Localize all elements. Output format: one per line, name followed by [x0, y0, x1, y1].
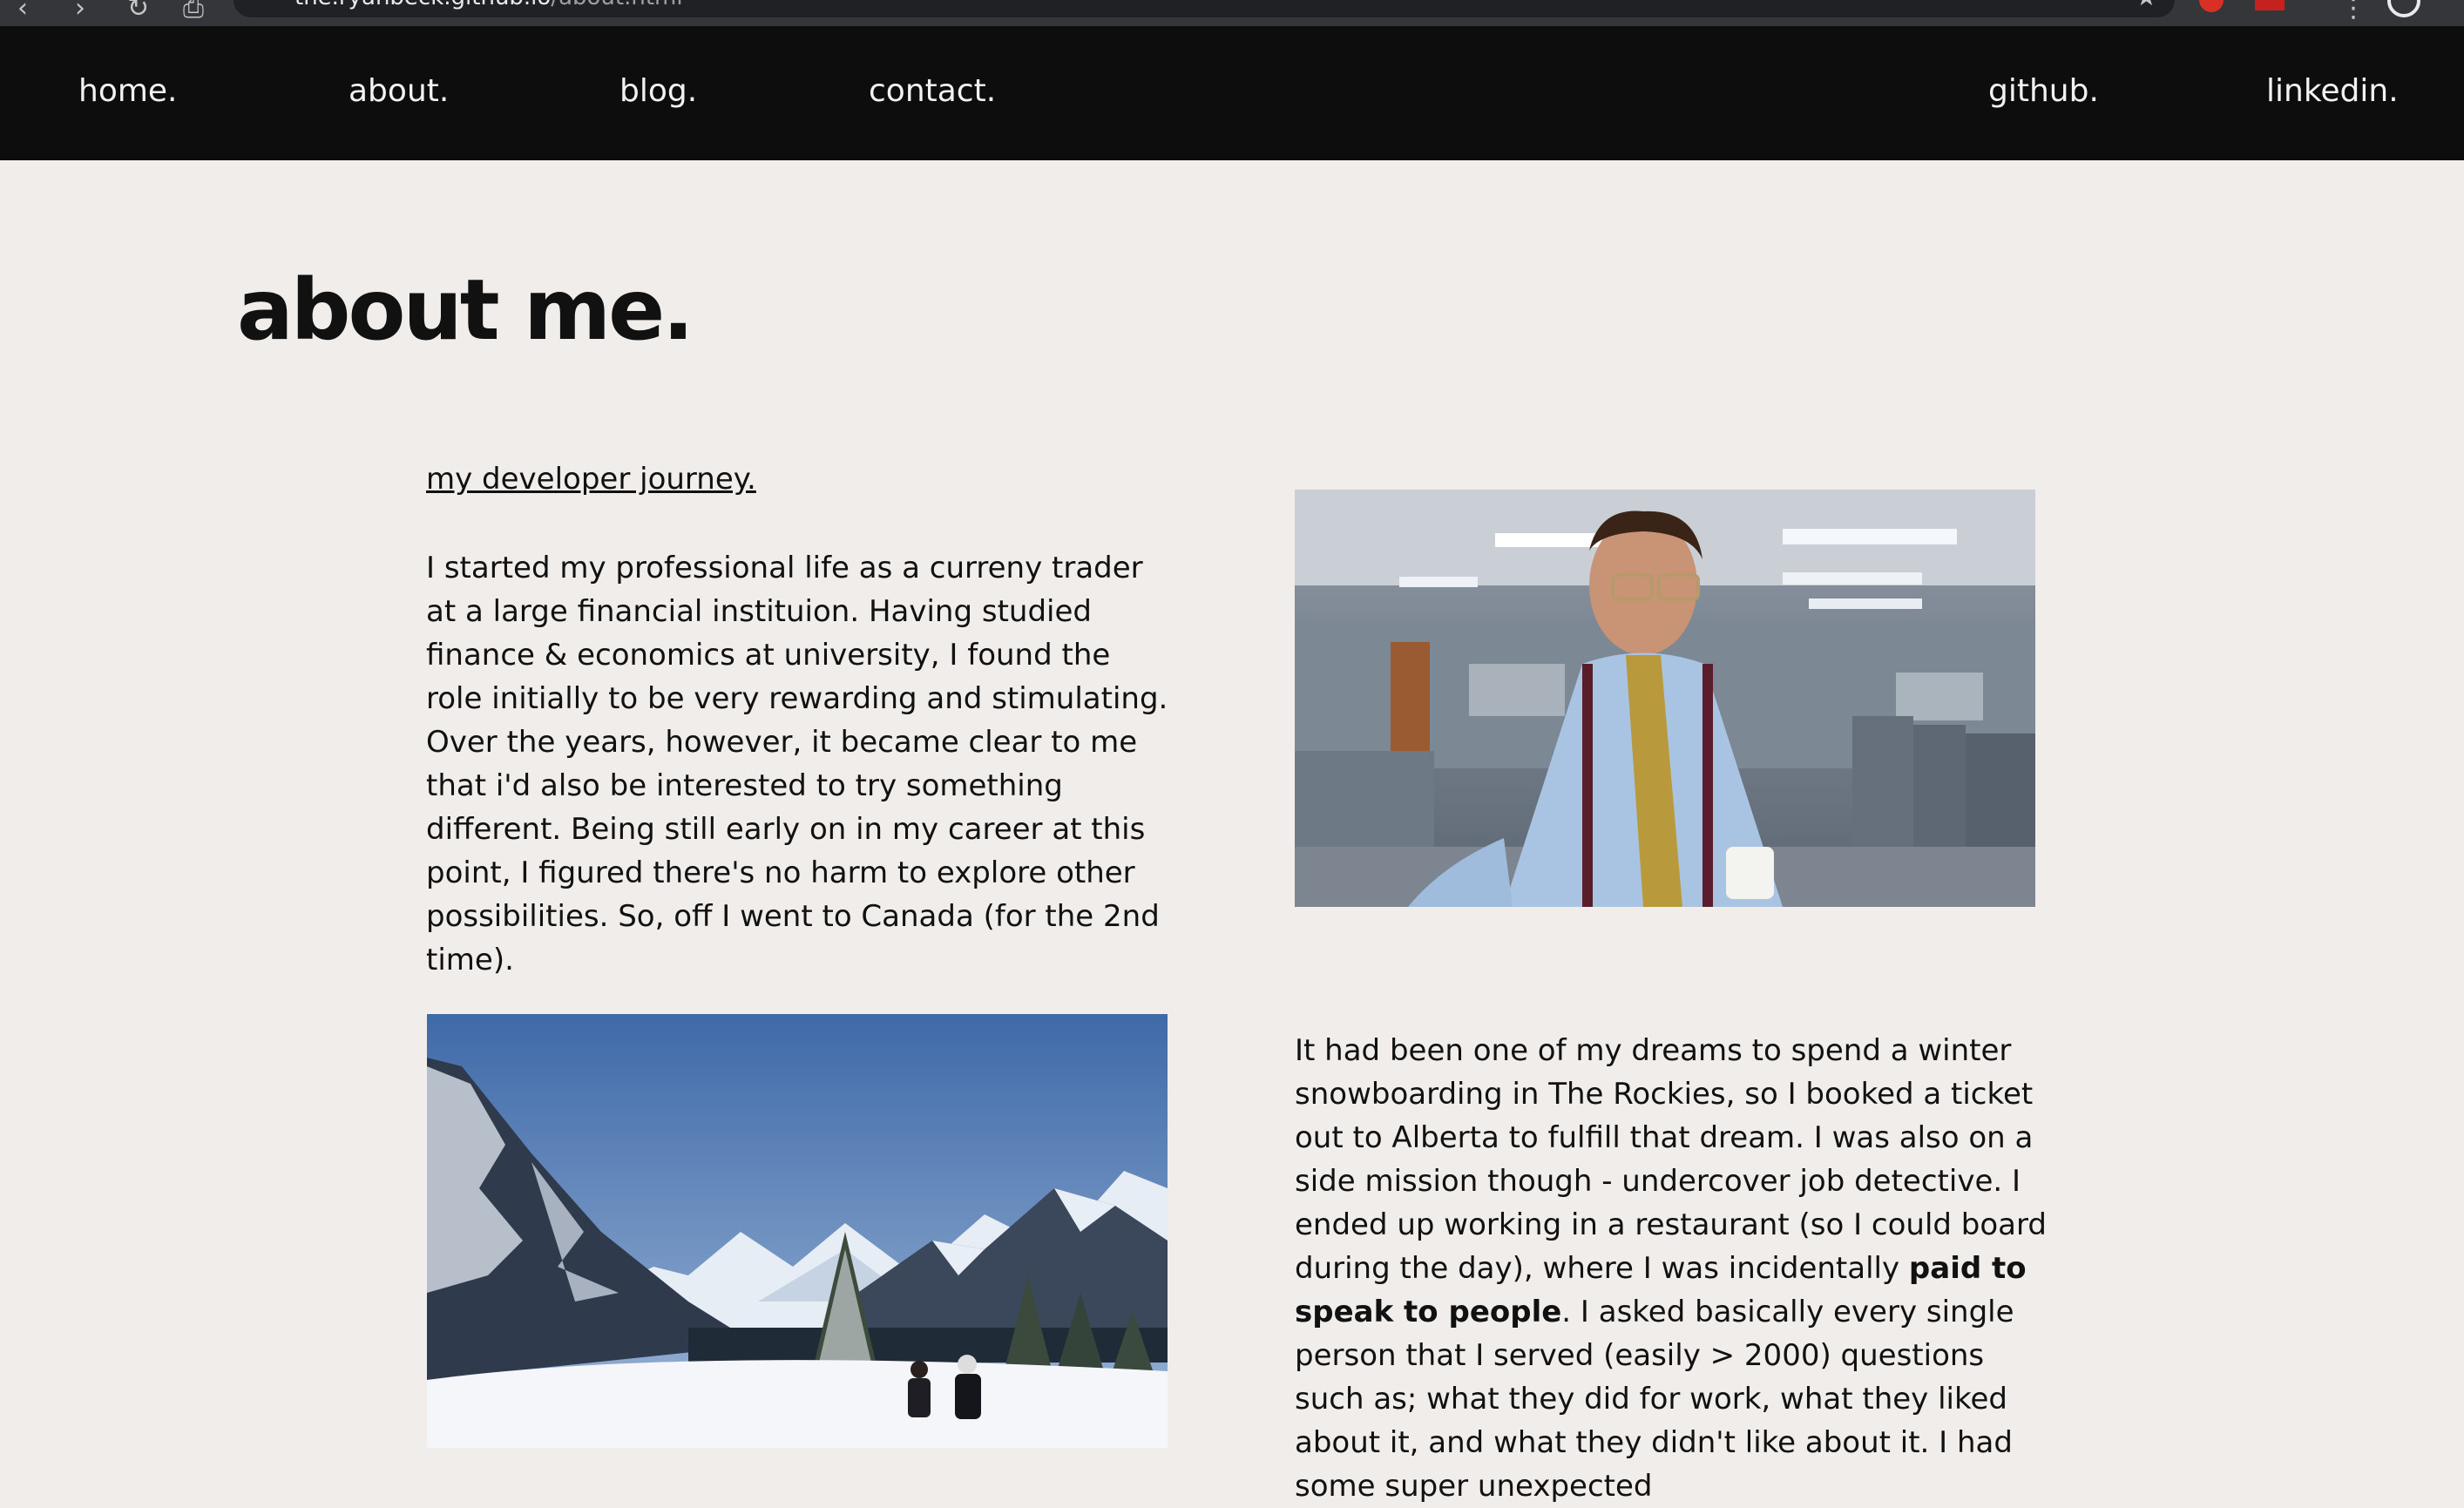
extension-icon[interactable] — [2199, 0, 2224, 12]
developer-journey-link[interactable]: my developer journey. — [426, 462, 756, 497]
puzzle-icon[interactable]: ⋮ — [2340, 0, 2366, 24]
paragraph-2-text: It had been one of my dreams to spend a … — [1295, 1033, 2047, 1286]
browser-toolbar: ‹ › ↻ ⎙ the.ryanbeck.github.io/about.htm… — [0, 0, 2464, 26]
journey-paragraph-2: It had been one of my dreams to spend a … — [1295, 1029, 2053, 1508]
share-icon[interactable]: ⎙ — [183, 0, 204, 24]
extension-icon-2[interactable] — [2255, 0, 2285, 10]
profile-icon[interactable] — [2387, 0, 2420, 17]
forward-icon[interactable]: › — [75, 0, 85, 24]
nav-github-link[interactable]: github. — [1988, 73, 2099, 109]
back-icon[interactable]: ‹ — [17, 0, 28, 24]
office-photo — [1295, 490, 2035, 907]
nav-linkedin-link[interactable]: linkedin. — [2266, 73, 2399, 109]
lake-photo — [427, 1014, 1168, 1448]
reload-icon[interactable]: ↻ — [127, 0, 149, 24]
page-title: about me. — [237, 261, 694, 359]
nav-about-link[interactable]: about. — [349, 73, 449, 109]
journey-paragraph-1: I started my professional life as a curr… — [426, 551, 1168, 977]
site-navbar: home. about. blog. contact. github. link… — [0, 26, 2464, 160]
star-icon[interactable]: ★ — [2136, 0, 2157, 11]
nav-contact-link[interactable]: contact. — [869, 73, 996, 109]
nav-blog-link[interactable]: blog. — [619, 73, 697, 109]
address-url[interactable]: the.ryanbeck.github.io/about.html — [294, 0, 683, 10]
nav-home-link[interactable]: home. — [78, 73, 178, 109]
address-bar[interactable]: the.ryanbeck.github.io/about.html ★ — [234, 0, 2175, 17]
